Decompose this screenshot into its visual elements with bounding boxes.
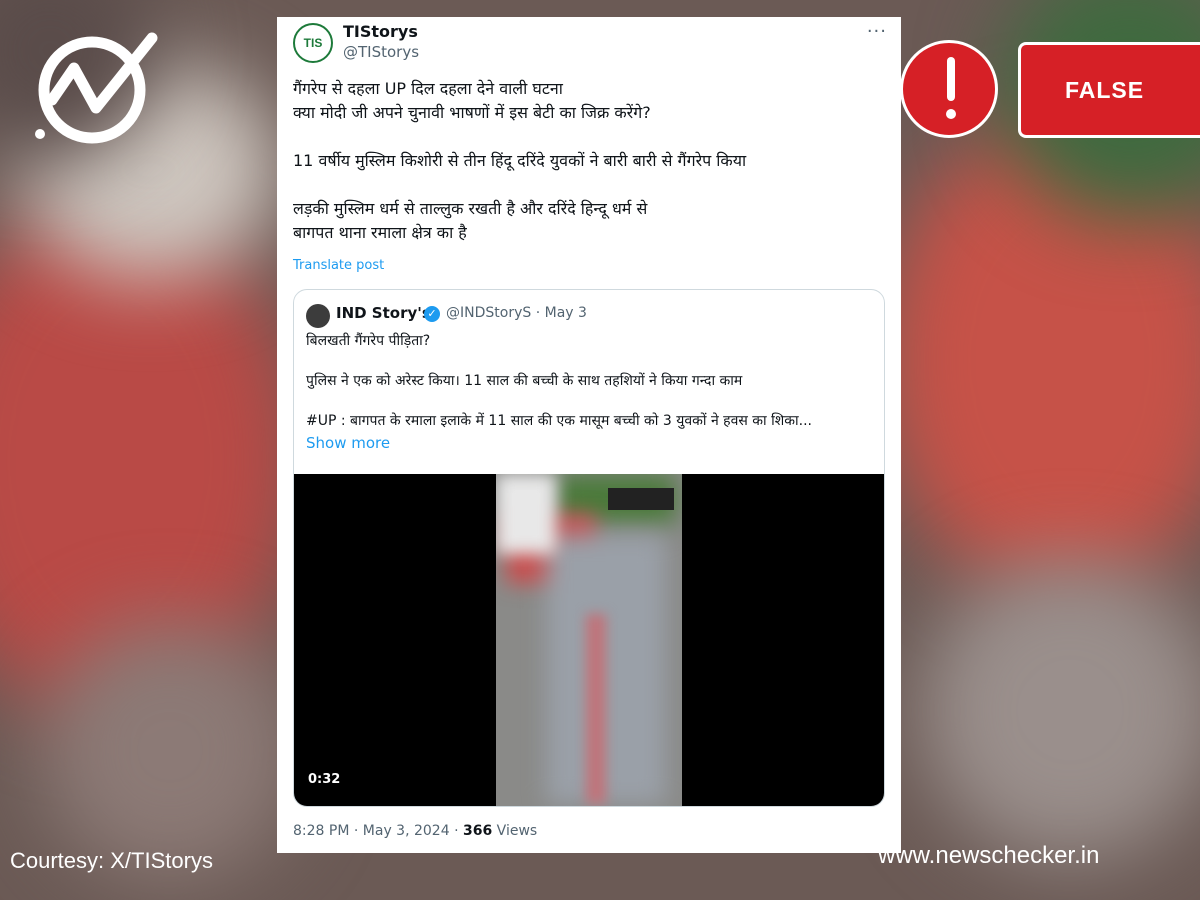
quoted-line: #UP : बागपत के रमाला इलाके में 11 साल की… (306, 413, 812, 429)
video-duration: 0:32 (308, 772, 341, 787)
avatar[interactable]: TIS (293, 23, 333, 63)
video-watermark (608, 488, 674, 510)
quoted-line: पुलिस ने एक को अरेस्ट किया। 11 साल की बच… (306, 373, 743, 389)
tweet-text: गैंगरेप से दहला UP दिल दहला देने वाली घट… (293, 77, 883, 245)
quoted-line: बिलखती गैंगरेप पीड़िता? (306, 333, 431, 349)
tweet-card: TIS TIStorys @TIStorys ··· गैंगरेप से दह… (277, 17, 901, 853)
tweet-line: क्या मोदी जी अपने चुनावी भाषणों में इस ब… (293, 103, 651, 122)
verdict-label: FALSE (1064, 76, 1145, 103)
tweet-line: गैंगरेप से दहला UP दिल दहला देने वाली घट… (293, 79, 563, 98)
avatar-text: TIS (303, 36, 323, 50)
views-label: Views (496, 823, 538, 839)
translate-post-link[interactable]: Translate post (293, 258, 384, 273)
video-thumbnail (496, 474, 682, 806)
more-options-icon[interactable]: ··· (867, 21, 887, 42)
tweet-line: बागपत थाना रमाला क्षेत्र का है (293, 223, 467, 242)
tweet-date[interactable]: May 3, 2024 (363, 823, 450, 839)
quoted-display-name[interactable]: IND Story's (336, 304, 431, 322)
show-more-link[interactable]: Show more (306, 432, 876, 454)
newschecker-logo-icon (35, 32, 158, 144)
tweet-meta: 8:28 PM · May 3, 2024 · 366 Views (293, 823, 538, 839)
view-count: 366 (462, 823, 493, 839)
user-handle[interactable]: @TIStorys (343, 43, 419, 61)
verified-badge-icon: ✓ (424, 306, 440, 322)
verdict-badge: FALSE (1018, 42, 1200, 138)
website-url: www.newschecker.in (878, 842, 1100, 869)
tweet-line: 11 वर्षीय मुस्लिम किशोरी से तीन हिंदू दर… (293, 151, 747, 170)
courtesy-caption: Courtesy: X/TIStorys (10, 848, 213, 873)
quoted-text: बिलखती गैंगरेप पीड़िता? पुलिस ने एक को अ… (306, 330, 876, 454)
tweet-line: लड़की मुस्लिम धर्म से ताल्लुक रखती है और… (293, 199, 648, 218)
quoted-avatar[interactable] (306, 304, 330, 328)
quoted-handle-text: @INDStoryS (446, 305, 532, 321)
quoted-date: May 3 (544, 305, 587, 321)
tweet-time[interactable]: 8:28 PM (293, 823, 349, 839)
quoted-handle: @INDStoryS · May 3 (446, 305, 587, 321)
alert-icon (900, 40, 998, 138)
video-player[interactable]: 0:32 (294, 474, 884, 806)
quoted-tweet[interactable]: IND Story's ✓ @INDStoryS · May 3 बिलखती … (293, 289, 885, 807)
display-name[interactable]: TIStorys (343, 22, 418, 41)
